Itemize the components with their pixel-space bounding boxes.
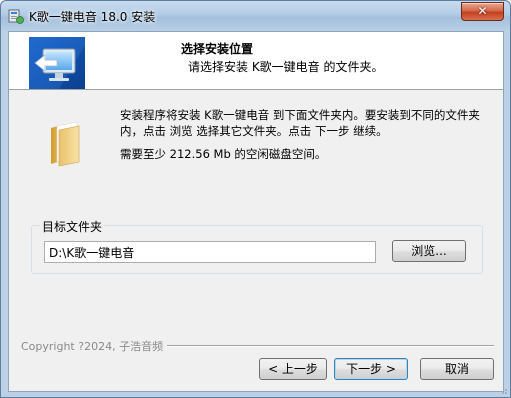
close-icon[interactable]: ✕	[462, 3, 503, 20]
cancel-button[interactable]: 取消	[420, 358, 494, 380]
title-bar[interactable]: K歌一键电音 18.0 安装 ✕	[1, 1, 510, 31]
window-title: K歌一键电音 18.0 安装	[29, 10, 156, 24]
next-button[interactable]: 下一步 >	[334, 358, 408, 380]
resize-grip-icon[interactable]	[498, 385, 508, 395]
browse-button[interactable]: 浏览...	[392, 240, 466, 262]
installer-window: K歌一键电音 18.0 安装 ✕ 选择安装位置 请选择安装 K歌一键电音 的文件…	[0, 0, 511, 398]
disk-space-requirement: 需要至少 212.56 Mb 的空闲磁盘空间。	[120, 147, 327, 161]
copyright-text: Copyright ?2024, 子浩音频	[21, 338, 168, 354]
folder-icon	[51, 121, 80, 166]
installer-icon	[8, 9, 24, 24]
back-button[interactable]: < 上一步	[259, 358, 327, 380]
client-area: 选择安装位置 请选择安装 K歌一键电音 的文件夹。 安装程序将安装 K歌一键电音…	[8, 31, 504, 392]
page-title: 选择安装位置	[181, 42, 254, 56]
info-text: 安装程序将安装 K歌一键电音 到下面文件夹内。要安装到不同的文件夹内，点击 浏览…	[120, 107, 500, 162]
header-panel: 选择安装位置 请选择安装 K歌一键电音 的文件夹。	[9, 32, 503, 90]
close-button[interactable]: ✕	[461, 2, 504, 21]
monitor-arrow-icon	[29, 37, 85, 89]
destination-group-label: 目标文件夹	[40, 218, 105, 235]
install-description: 安装程序将安装 K歌一键电音 到下面文件夹内。要安装到不同的文件夹内，点击 浏览…	[120, 108, 480, 138]
destination-path-input[interactable]	[44, 241, 376, 263]
page-subtitle: 请选择安装 K歌一键电音 的文件夹。	[188, 60, 384, 74]
